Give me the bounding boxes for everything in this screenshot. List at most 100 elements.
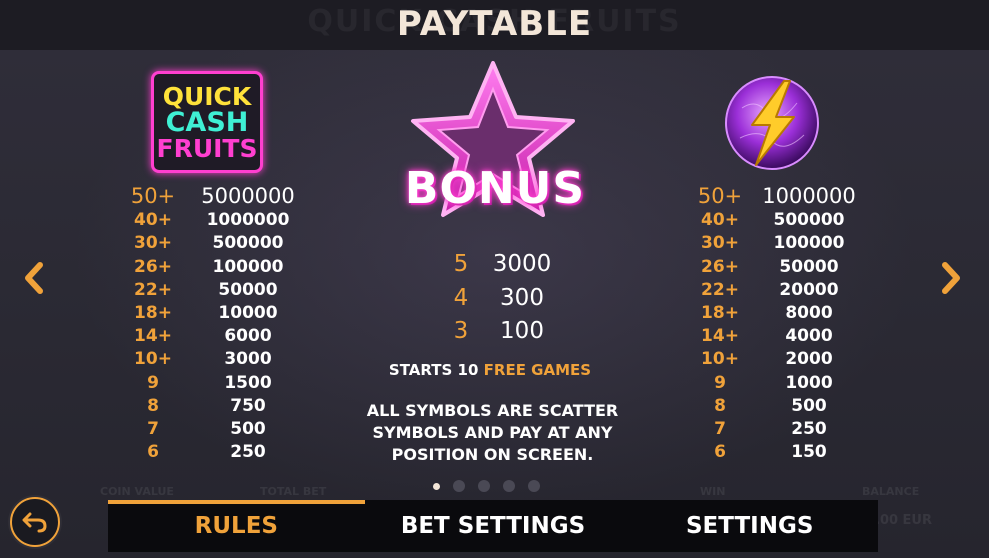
- page-indicator: [433, 480, 540, 492]
- pay-count: 30+: [134, 233, 172, 254]
- pay-value: 500: [230, 419, 266, 439]
- tab-rules[interactable]: RULES: [108, 500, 365, 552]
- pay-value: 100000: [212, 256, 284, 277]
- pay-count: 9: [147, 372, 159, 393]
- free-games-highlight: FREE GAMES: [483, 361, 592, 379]
- pay-value: 2000: [785, 349, 833, 370]
- pay-value: 250: [791, 419, 827, 439]
- pay-count: 6: [714, 442, 726, 463]
- pay-value: 1000000: [762, 184, 856, 208]
- pay-value: 3000: [224, 349, 272, 370]
- paytable-row: 18+ 8000: [695, 303, 875, 325]
- paytable-row: 22+ 50000: [128, 280, 308, 302]
- pay-count: 50+: [130, 184, 176, 208]
- pay-count: 10+: [134, 349, 172, 370]
- paytable-row: 18+ 10000: [128, 303, 308, 325]
- paytable-row: 14+ 6000: [128, 326, 308, 348]
- header-bar: QUICK CASH FRUITS PAYTABLE: [0, 0, 989, 50]
- bonus-label: BONUS: [404, 163, 586, 214]
- paytable-row: 7 500: [128, 419, 308, 441]
- pay-count: 18+: [701, 303, 739, 323]
- pay-value: 1500: [224, 372, 272, 393]
- logo-line-fruits: FRUITS: [156, 133, 258, 163]
- pay-value: 20000: [779, 279, 839, 300]
- bonus-row: 4 300: [445, 285, 565, 315]
- ghost-total-bet-label: TOTAL BET: [260, 485, 327, 498]
- paytable-row: 10+ 2000: [695, 349, 875, 371]
- pay-count: 8: [714, 395, 726, 416]
- scatter-line-3: POSITION ON SCREEN.: [391, 445, 594, 464]
- chevron-left-icon: [25, 262, 43, 294]
- pay-count: 6: [147, 442, 159, 463]
- next-page-button[interactable]: [935, 260, 967, 296]
- page-dot[interactable]: [528, 480, 540, 492]
- scatter-line-1: ALL SYMBOLS ARE SCATTER: [366, 401, 619, 420]
- pay-count: 7: [714, 419, 726, 439]
- page-dot[interactable]: [453, 480, 465, 492]
- pay-value: 1000000: [206, 210, 290, 231]
- pay-value: 6000: [224, 326, 272, 347]
- paytable-row: 14+ 4000: [695, 326, 875, 348]
- paytable-row: 26+ 100000: [128, 257, 308, 279]
- pay-count: 22+: [134, 279, 172, 300]
- page-dot[interactable]: [478, 480, 490, 492]
- pay-value: 10000: [218, 303, 278, 323]
- paytable-row: 30+ 100000: [695, 233, 875, 255]
- scatter-description: ALL SYMBOLS ARE SCATTER SYMBOLS AND PAY …: [350, 400, 635, 466]
- bonus-symbol: BONUS: [395, 55, 595, 235]
- pay-value: 100000: [773, 233, 845, 254]
- pay-value: 50000: [218, 279, 278, 300]
- bonus-value: 300: [500, 284, 544, 311]
- bonus-value: 100: [500, 318, 544, 344]
- pay-value: 8000: [785, 303, 833, 323]
- bonus-value: 3000: [492, 251, 552, 277]
- previous-page-button[interactable]: [18, 260, 50, 296]
- pay-count: 9: [714, 372, 726, 393]
- paytable-row: 50+ 5000000: [128, 184, 308, 208]
- page-title: PAYTABLE: [396, 4, 593, 44]
- page-dot[interactable]: [503, 480, 515, 492]
- chevron-right-icon: [942, 262, 960, 294]
- pay-value: 500000: [773, 210, 845, 231]
- quick-cash-fruits-symbol: QUICK CASH FRUITS: [151, 71, 263, 173]
- logo-line-quick: QUICK: [162, 81, 252, 111]
- bonus-count: 3: [453, 318, 469, 344]
- pay-value: 1000: [785, 372, 833, 393]
- lightning-orb-symbol: [722, 73, 822, 173]
- pay-count: 14+: [701, 326, 739, 347]
- paytable-row: 22+ 20000: [695, 280, 875, 302]
- paytable-row: 9 1000: [695, 373, 875, 395]
- ghost-balance-value: .00 EUR: [875, 513, 933, 528]
- pay-value: 50000: [779, 256, 839, 277]
- free-games-prefix: STARTS 10: [388, 361, 479, 379]
- pay-count: 10+: [701, 349, 739, 370]
- pay-value: 500: [791, 395, 827, 416]
- page-dot[interactable]: [433, 482, 440, 490]
- paytable-row: 6 250: [128, 442, 308, 464]
- pay-count: 30+: [701, 233, 739, 254]
- pay-value: 750: [230, 395, 266, 416]
- pay-count: 22+: [701, 279, 739, 300]
- paytable-row: 9 1500: [128, 373, 308, 395]
- pay-count: 7: [147, 419, 159, 439]
- paytable-row: 10+ 3000: [128, 349, 308, 371]
- paytable-row: 8 500: [695, 396, 875, 418]
- free-games-text: STARTS 10 FREE GAMES: [340, 361, 640, 379]
- lightning-orb-icon: [725, 76, 819, 170]
- back-button[interactable]: [10, 497, 60, 547]
- scatter-line-2: SYMBOLS AND PAY AT ANY: [372, 423, 613, 442]
- pay-count: 50+: [697, 184, 743, 208]
- back-arrow-icon: [22, 512, 47, 533]
- tab-bar: RULES BET SETTINGS SETTINGS: [108, 500, 878, 552]
- paytable-row: 40+ 1000000: [128, 210, 308, 232]
- paytable-row: 7 250: [695, 419, 875, 441]
- paytable-row: 50+ 1000000: [695, 184, 875, 208]
- paytable-row: 40+ 500000: [695, 210, 875, 232]
- tab-settings[interactable]: SETTINGS: [621, 500, 878, 552]
- pay-value: 150: [791, 442, 827, 463]
- bonus-row: 5 3000: [445, 251, 565, 281]
- tab-bet-settings[interactable]: BET SETTINGS: [365, 500, 622, 552]
- pay-value: 5000000: [201, 184, 295, 208]
- pay-count: 40+: [134, 210, 172, 231]
- pay-count: 26+: [701, 256, 739, 277]
